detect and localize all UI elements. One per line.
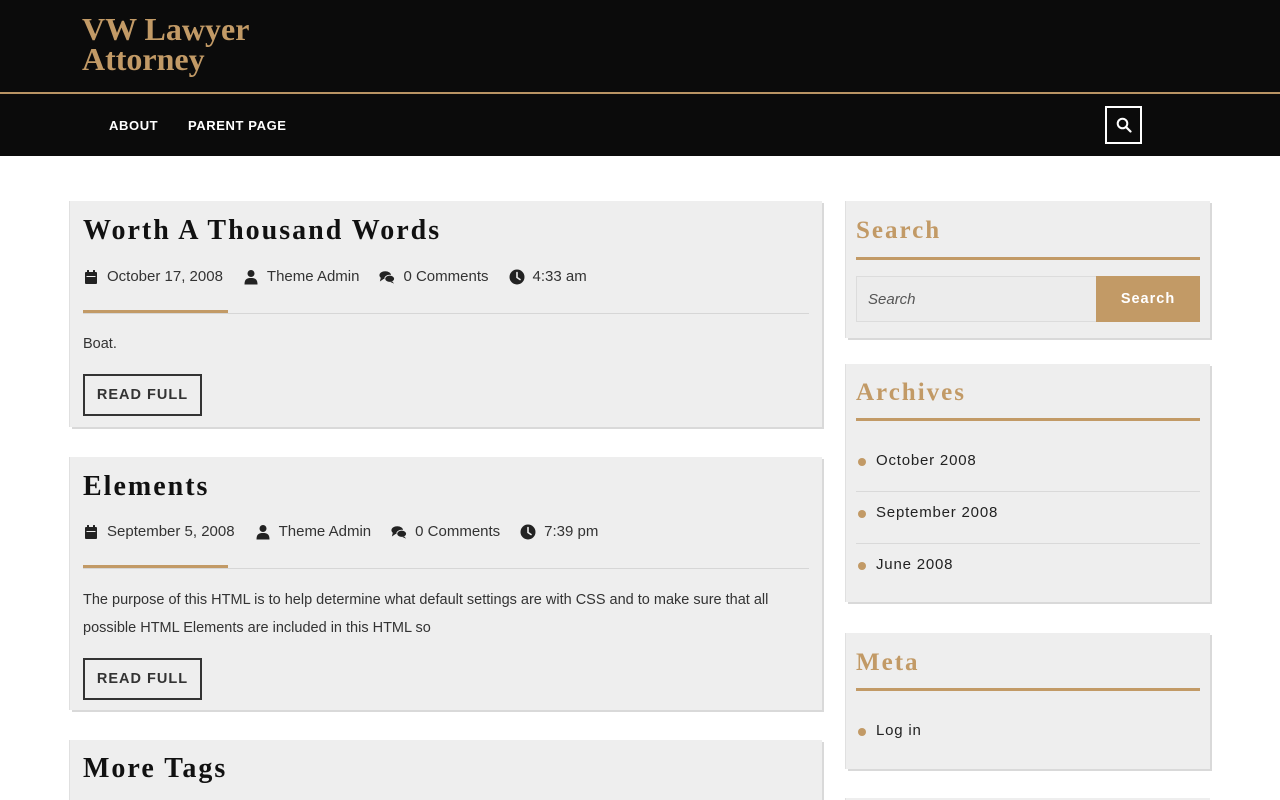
widget-title: Meta: [856, 649, 920, 676]
dot-icon: [858, 458, 866, 466]
post-date[interactable]: October 17, 2008: [83, 268, 223, 285]
archive-link[interactable]: June 2008: [876, 556, 953, 573]
post-excerpt: The purpose of this HTML is to help dete…: [83, 592, 769, 636]
widget-title: Archives: [856, 379, 966, 406]
post-meta: October 17, 2008 Theme Admin 0 Comments …: [83, 268, 607, 285]
search-icon: [1116, 117, 1132, 133]
post-author-text: Theme Admin: [278, 523, 372, 540]
meta-divider: [83, 568, 809, 569]
comments-icon: [391, 525, 408, 539]
list-item: June 2008: [856, 544, 1200, 596]
post-author[interactable]: Theme Admin: [243, 268, 360, 285]
post-comments-text: 0 Comments: [403, 268, 489, 285]
post-card: Elements September 5, 2008 Theme Admin 0…: [70, 457, 822, 710]
list-item: October 2008: [856, 440, 1200, 492]
search-input[interactable]: [856, 276, 1097, 322]
clock-icon: [520, 524, 536, 539]
list-item: September 2008: [856, 492, 1200, 544]
nav-item-parent-page[interactable]: PARENT PAGE: [188, 118, 287, 133]
read-full-button[interactable]: READ FULL: [83, 658, 202, 700]
header-search-button[interactable]: [1105, 106, 1142, 144]
post-date[interactable]: September 5, 2008: [83, 523, 235, 540]
clock-icon: [509, 269, 524, 284]
nav-item-about[interactable]: ABOUT: [109, 118, 158, 133]
main-navigation: ABOUT PARENT PAGE: [0, 94, 1280, 156]
archive-link[interactable]: September 2008: [876, 504, 998, 521]
archives-widget: Archives October 2008 September 2008 Jun…: [846, 364, 1210, 602]
meta-accent-bar: [83, 565, 228, 568]
archives-list: October 2008 September 2008 June 2008: [856, 440, 1200, 596]
search-widget: Search Search: [846, 201, 1210, 338]
post-time-text: 4:33 am: [532, 268, 587, 285]
post-title[interactable]: Worth A Thousand Words: [83, 215, 441, 247]
post-card: More Tags: [70, 740, 822, 800]
meta-accent-bar: [83, 310, 228, 313]
post-time-text: 7:39 pm: [544, 523, 599, 540]
widget-title-underline: [856, 418, 1200, 421]
post-date-text: October 17, 2008: [107, 268, 223, 285]
post-comments[interactable]: 0 Comments: [379, 268, 489, 285]
post-date-text: September 5, 2008: [107, 523, 235, 540]
post-title[interactable]: Elements: [83, 471, 209, 503]
post-meta: September 5, 2008 Theme Admin 0 Comments…: [83, 523, 618, 540]
post-title[interactable]: More Tags: [83, 753, 227, 785]
dot-icon: [858, 562, 866, 570]
post-author[interactable]: Theme Admin: [255, 523, 372, 540]
site-header: VW Lawyer Attorney: [0, 0, 1280, 92]
dot-icon: [858, 728, 866, 736]
post-comments-text: 0 Comments: [415, 523, 501, 540]
calendar-icon: [85, 524, 97, 539]
calendar-icon: [85, 269, 97, 284]
post-card: Worth A Thousand Words October 17, 2008 …: [70, 201, 822, 427]
user-icon: [244, 269, 258, 284]
meta-list: Log in: [856, 720, 1200, 744]
meta-widget: Meta Log in: [846, 633, 1210, 769]
post-time: 4:33 am: [509, 268, 587, 285]
login-link[interactable]: Log in: [876, 722, 922, 739]
list-item: Log in: [856, 720, 1200, 744]
archive-link[interactable]: October 2008: [876, 452, 977, 469]
search-submit-button[interactable]: Search: [1096, 276, 1200, 322]
post-excerpt: Boat.: [83, 336, 117, 352]
post-author-text: Theme Admin: [266, 268, 360, 285]
dot-icon: [858, 510, 866, 518]
site-title[interactable]: VW Lawyer Attorney: [82, 13, 322, 75]
user-icon: [256, 524, 270, 539]
widget-title-underline: [856, 688, 1200, 691]
comments-icon: [379, 270, 396, 284]
widget-title-underline: [856, 257, 1200, 260]
post-comments[interactable]: 0 Comments: [391, 523, 500, 540]
widget-title: Search: [856, 217, 942, 244]
read-full-button[interactable]: READ FULL: [83, 374, 202, 416]
post-time: 7:39 pm: [520, 523, 598, 540]
meta-divider: [83, 313, 809, 314]
